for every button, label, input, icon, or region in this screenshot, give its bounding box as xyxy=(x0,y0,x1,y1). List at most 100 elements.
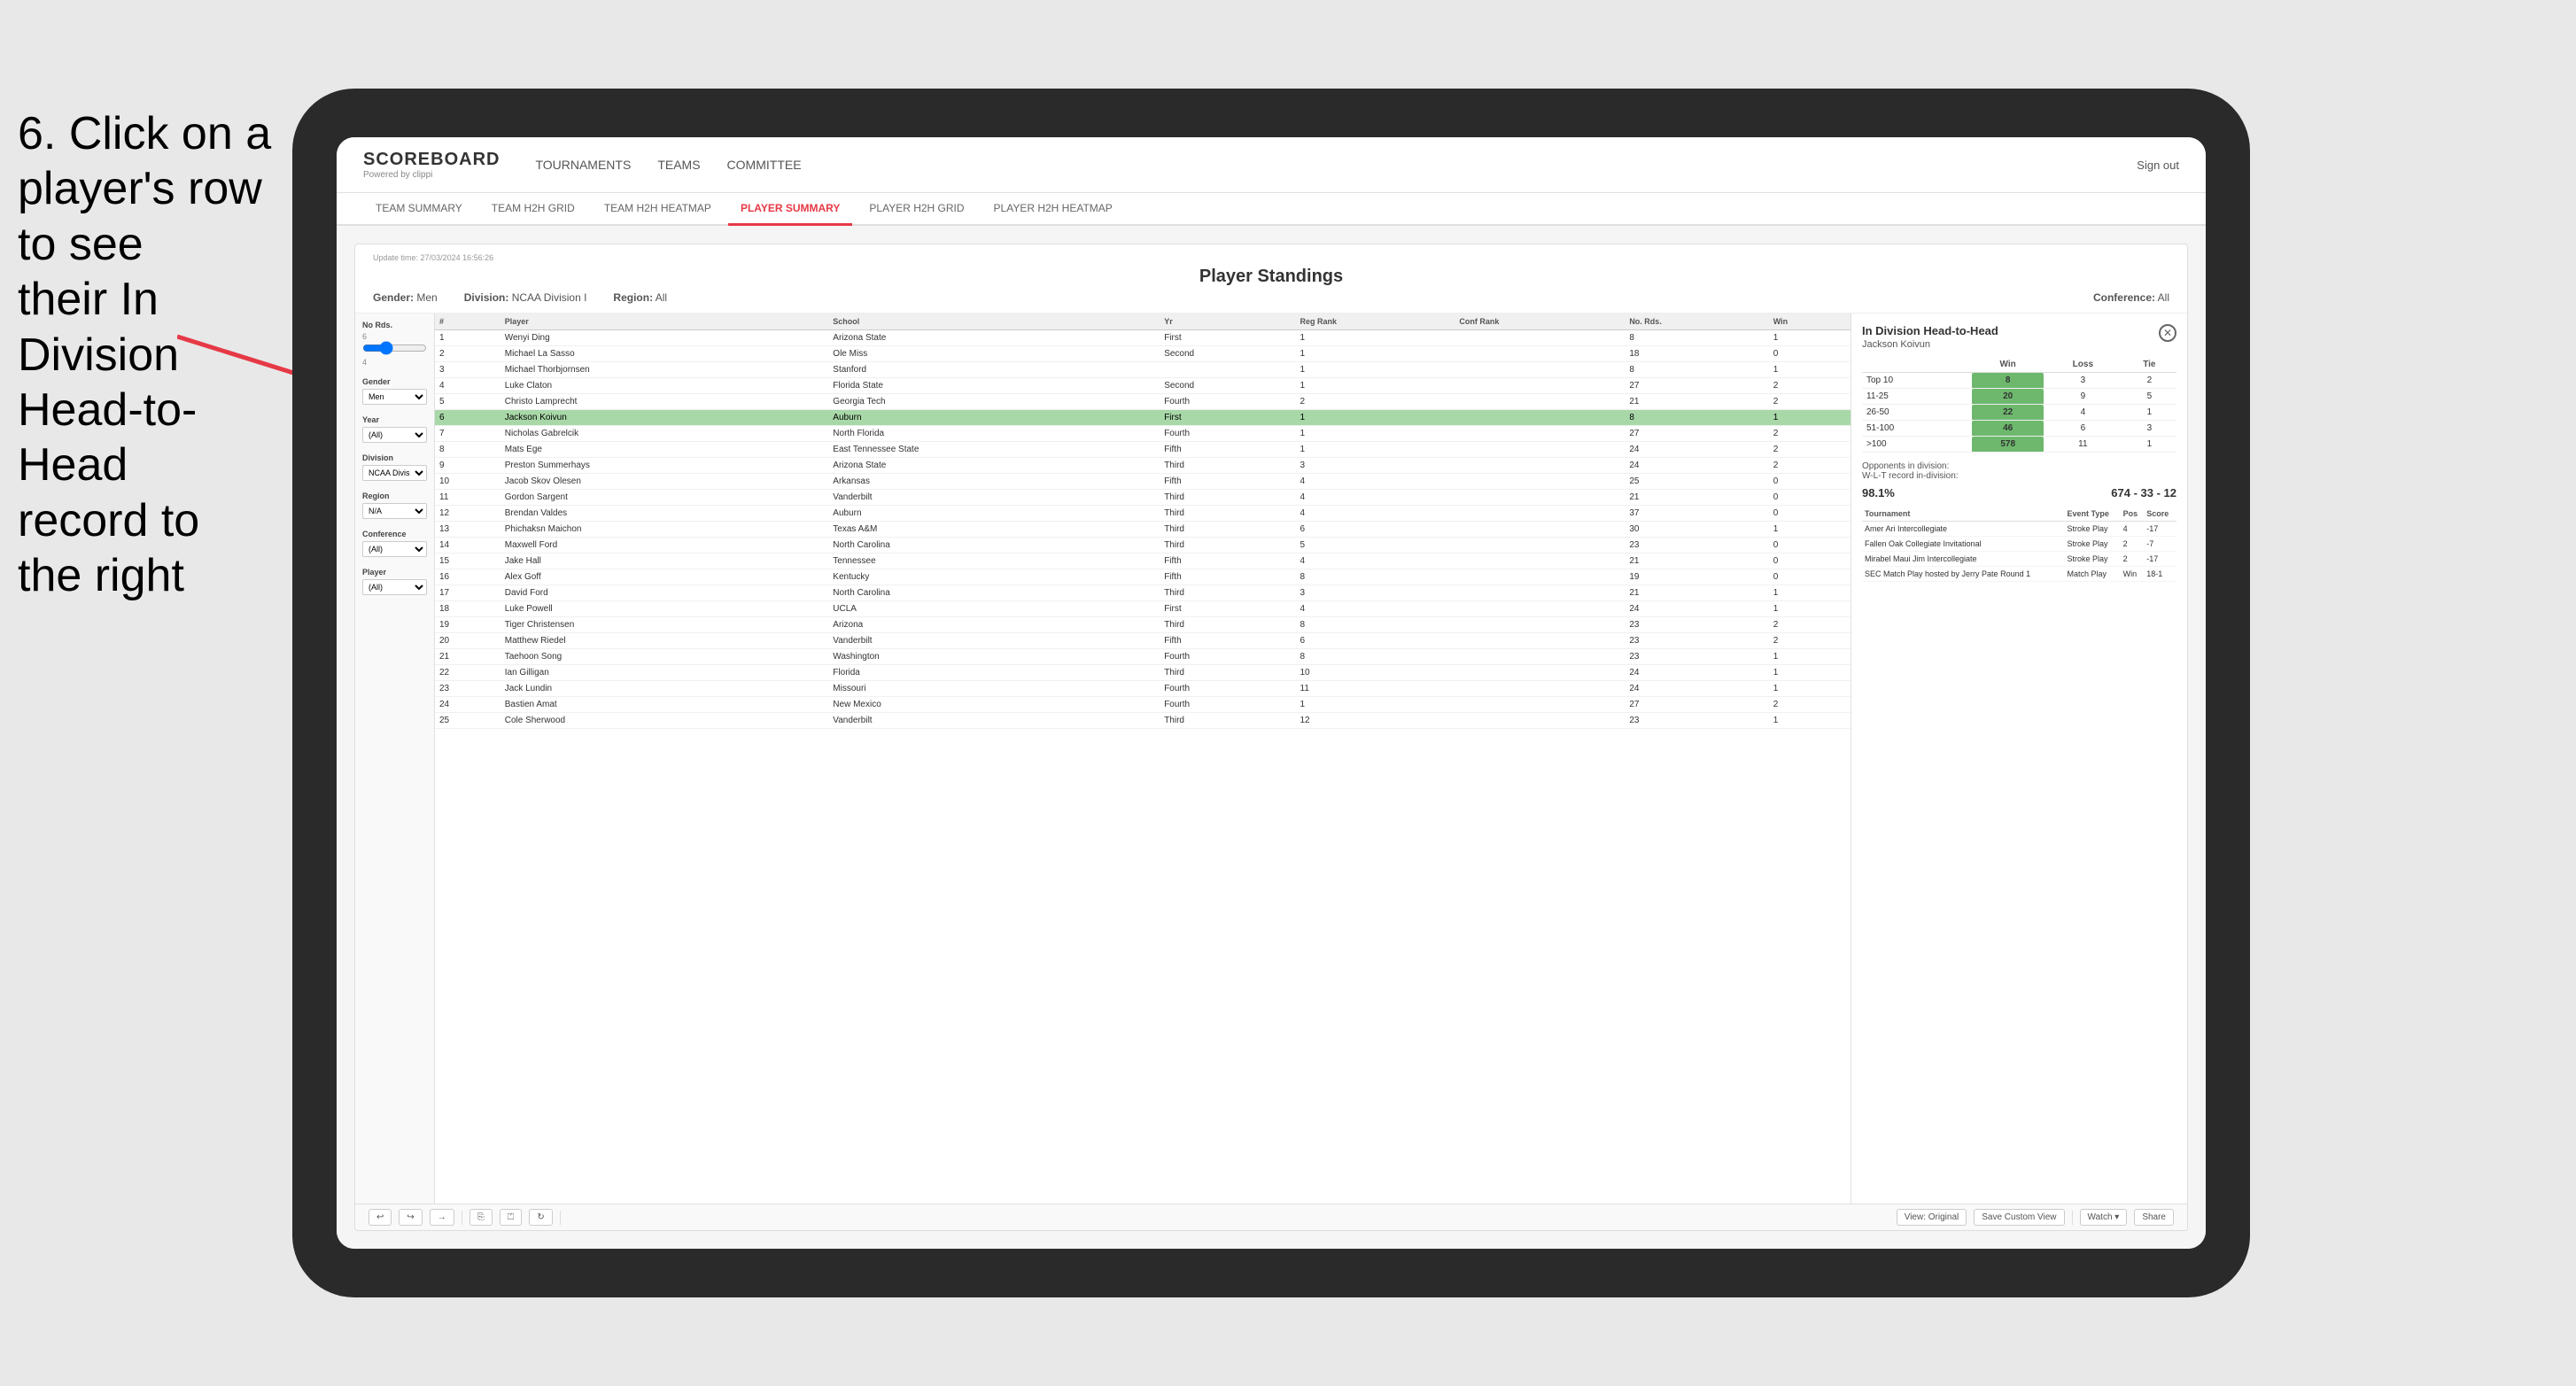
conference-select[interactable]: (All) xyxy=(362,541,427,557)
filter-player: Player (All) xyxy=(362,568,427,595)
conference-filter: Conference: All xyxy=(2093,291,2169,304)
table-row[interactable]: 9 Preston Summerhays Arizona State Third… xyxy=(435,458,1851,474)
report-body: No Rds. 6 4 Gender Men Year xyxy=(355,314,2187,1204)
watch-button[interactable]: Watch ▾ xyxy=(2080,1209,2128,1226)
table-row[interactable]: 21 Taehoon Song Washington Fourth 8 23 1 xyxy=(435,649,1851,665)
tourn-col-pos: Pos xyxy=(2121,507,2145,522)
division-filter: Division: NCAA Division I xyxy=(464,291,587,304)
table-row[interactable]: 12 Brendan Valdes Auburn Third 4 37 0 xyxy=(435,506,1851,522)
table-row[interactable]: 25 Cole Sherwood Vanderbilt Third 12 23 … xyxy=(435,713,1851,729)
tab-player-h2h-heatmap[interactable]: PLAYER H2H HEATMAP xyxy=(982,193,1125,226)
division-select[interactable]: NCAA Division I xyxy=(362,465,427,481)
table-row[interactable]: 5 Christo Lamprecht Georgia Tech Fourth … xyxy=(435,394,1851,410)
h2h-col-tie: Tie xyxy=(2122,357,2176,373)
col-conf-rank: Conf Rank xyxy=(1455,314,1625,330)
refresh-button[interactable]: ↻ xyxy=(529,1209,552,1226)
nav-teams[interactable]: TEAMS xyxy=(657,154,700,175)
h2h-stats: Opponents in division: W-L-T record in-d… xyxy=(1862,461,2176,481)
forward-button[interactable]: → xyxy=(430,1209,454,1226)
nav-items: TOURNAMENTS TEAMS COMMITTEE xyxy=(535,154,2137,175)
table-row[interactable]: 17 David Ford North Carolina Third 3 21 … xyxy=(435,585,1851,601)
report-update: Update time: 27/03/2024 16:56:26 xyxy=(373,253,2169,262)
col-num: # xyxy=(435,314,500,330)
filters-panel: No Rds. 6 4 Gender Men Year xyxy=(355,314,435,1204)
tab-team-h2h-grid[interactable]: TEAM H2H GRID xyxy=(479,193,587,226)
tab-player-h2h-grid[interactable]: PLAYER H2H GRID xyxy=(857,193,976,226)
table-row[interactable]: 16 Alex Goff Kentucky Fifth 8 19 0 xyxy=(435,569,1851,585)
table-row[interactable]: 6 Jackson Koivun Auburn First 1 8 1 xyxy=(435,410,1851,426)
opponents-label: Opponents in division: xyxy=(1862,461,2176,471)
undo-button[interactable]: ↩ xyxy=(369,1209,392,1226)
h2h-row: >100 578 11 1 xyxy=(1862,437,2176,453)
tab-team-h2h-heatmap[interactable]: TEAM H2H HEATMAP xyxy=(592,193,724,226)
tourn-col-name: Tournament xyxy=(1862,507,2065,522)
table-row[interactable]: 3 Michael Thorbjornsen Stanford 1 8 1 xyxy=(435,362,1851,378)
h2h-stats-values: 98.1% 674 - 33 - 12 xyxy=(1862,486,2176,499)
year-select[interactable]: (All) xyxy=(362,427,427,443)
table-row[interactable]: 14 Maxwell Ford North Carolina Third 5 2… xyxy=(435,538,1851,554)
filter-year: Year (All) xyxy=(362,415,427,443)
h2h-row: 26-50 22 4 1 xyxy=(1862,405,2176,421)
h2h-row: 51-100 46 6 3 xyxy=(1862,421,2176,437)
logo-powered: Powered by clippi xyxy=(363,170,500,180)
main-content: Update time: 27/03/2024 16:56:26 Player … xyxy=(337,226,2206,1249)
table-row[interactable]: 2 Michael La Sasso Ole Miss Second 1 18 … xyxy=(435,346,1851,362)
sign-out-link[interactable]: Sign out xyxy=(2137,159,2179,172)
h2h-close-button[interactable]: ✕ xyxy=(2159,324,2176,342)
table-row[interactable]: 4 Luke Claton Florida State Second 1 27 … xyxy=(435,378,1851,394)
save-custom-button[interactable]: Save Custom View xyxy=(1974,1209,2064,1226)
tournament-row: Fallen Oak Collegiate Invitational Strok… xyxy=(1862,537,2176,552)
filter-region: Region N/A xyxy=(362,492,427,519)
table-row[interactable]: 22 Ian Gilligan Florida Third 10 24 1 xyxy=(435,665,1851,681)
table-row[interactable]: 20 Matthew Riedel Vanderbilt Fifth 6 23 … xyxy=(435,633,1851,649)
table-row[interactable]: 13 Phichaksn Maichon Texas A&M Third 6 3… xyxy=(435,522,1851,538)
no-rds-slider[interactable] xyxy=(362,341,427,355)
table-row[interactable]: 1 Wenyi Ding Arizona State First 1 8 1 xyxy=(435,330,1851,346)
table-row[interactable]: 19 Tiger Christensen Arizona Third 8 23 … xyxy=(435,617,1851,633)
tab-player-summary[interactable]: PLAYER SUMMARY xyxy=(728,193,852,226)
table-row[interactable]: 7 Nicholas Gabrelcik North Florida Fourt… xyxy=(435,426,1851,442)
table-row[interactable]: 15 Jake Hall Tennessee Fifth 4 21 0 xyxy=(435,554,1851,569)
wlt-record: 674 - 33 - 12 xyxy=(2111,486,2176,499)
region-select[interactable]: N/A xyxy=(362,503,427,519)
view-original-button[interactable]: View: Original xyxy=(1897,1209,1967,1226)
h2h-row: 11-25 20 9 5 xyxy=(1862,389,2176,405)
logo-scoreboard: SCOREBOARD xyxy=(363,150,500,170)
instruction-text: 6. Click on a player's row to see their … xyxy=(0,106,275,604)
copy-button[interactable]: ⎘ xyxy=(469,1209,493,1226)
table-row[interactable]: 24 Bastien Amat New Mexico Fourth 1 27 2 xyxy=(435,697,1851,713)
redo-button[interactable]: ↪ xyxy=(399,1209,422,1226)
table-row[interactable]: 23 Jack Lundin Missouri Fourth 11 24 1 xyxy=(435,681,1851,697)
table-row[interactable]: 11 Gordon Sargent Vanderbilt Third 4 21 … xyxy=(435,490,1851,506)
nav-tournaments[interactable]: TOURNAMENTS xyxy=(535,154,631,175)
col-rds: No. Rds. xyxy=(1625,314,1768,330)
tab-team-summary[interactable]: TEAM SUMMARY xyxy=(363,193,475,226)
h2h-col-win: Win xyxy=(1972,357,2044,373)
player-select[interactable]: (All) xyxy=(362,579,427,595)
h2h-rank-table: Win Loss Tie Top 10 8 3 2 11-25 20 9 5 2… xyxy=(1862,357,2176,453)
filter-conference: Conference (All) xyxy=(362,530,427,557)
players-table: # Player School Yr Reg Rank Conf Rank No… xyxy=(435,314,1851,729)
h2h-player: Jackson Koivun xyxy=(1862,339,1998,350)
filter-gender: Gender Men xyxy=(362,377,427,405)
tournament-table: Tournament Event Type Pos Score Amer Ari… xyxy=(1862,507,2176,582)
opponents-value: W-L-T record in-division: xyxy=(1862,471,2176,481)
nav-right: Sign out xyxy=(2137,159,2179,172)
report-filters: Gender: Men Division: NCAA Division I Re… xyxy=(373,291,2169,304)
sub-nav: TEAM SUMMARY TEAM H2H GRID TEAM H2H HEAT… xyxy=(337,193,2206,226)
nav-committee[interactable]: COMMITTEE xyxy=(727,154,802,175)
table-area: # Player School Yr Reg Rank Conf Rank No… xyxy=(435,314,1851,1204)
col-player: Player xyxy=(500,314,829,330)
tournament-row: Mirabel Maui Jim Intercollegiate Stroke … xyxy=(1862,552,2176,567)
table-row[interactable]: 10 Jacob Skov Olesen Arkansas Fifth 4 25… xyxy=(435,474,1851,490)
gender-select[interactable]: Men xyxy=(362,389,427,405)
tournament-row: SEC Match Play hosted by Jerry Pate Roun… xyxy=(1862,567,2176,582)
report-header: Update time: 27/03/2024 16:56:26 Player … xyxy=(355,244,2187,314)
report-container: Update time: 27/03/2024 16:56:26 Player … xyxy=(354,244,2188,1231)
toolbar-sep-2 xyxy=(560,1211,561,1225)
col-reg-rank: Reg Rank xyxy=(1296,314,1455,330)
paste-button[interactable]: ⏍ xyxy=(500,1209,523,1226)
table-row[interactable]: 8 Mats Ege East Tennessee State Fifth 1 … xyxy=(435,442,1851,458)
share-button[interactable]: Share xyxy=(2134,1209,2174,1226)
table-row[interactable]: 18 Luke Powell UCLA First 4 24 1 xyxy=(435,601,1851,617)
